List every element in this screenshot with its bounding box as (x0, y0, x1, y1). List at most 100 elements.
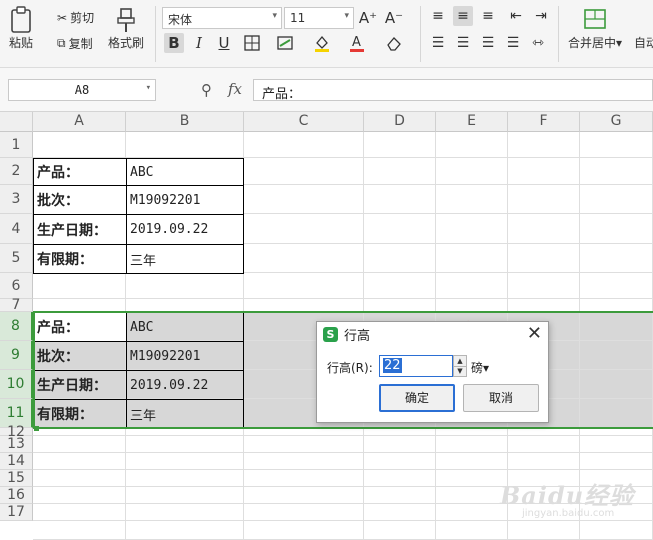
paste-button[interactable]: 粘贴 (8, 6, 34, 51)
font-size-value: 11 (290, 11, 306, 25)
font-size-select[interactable]: 11 ▾ (284, 7, 354, 29)
align-left-button[interactable]: ☰ (428, 33, 448, 53)
value-cell[interactable]: ABC (126, 158, 244, 186)
row-height-spinner[interactable]: ▲ ▼ (453, 355, 467, 377)
cell-style-button[interactable] (276, 33, 296, 53)
zoom-search-icon[interactable]: ⚲ (201, 81, 212, 99)
row-header-5[interactable]: 5 (0, 244, 33, 273)
row-height-input[interactable]: 22 (379, 355, 453, 377)
selection-left-edge (33, 311, 35, 429)
eraser-icon (387, 37, 401, 51)
function-icon[interactable]: fx (228, 80, 242, 98)
justify-button[interactable]: ☰ (503, 33, 523, 53)
align-middle-button[interactable]: ≡ (453, 6, 473, 26)
decrease-indent-button[interactable]: ⇤ (506, 6, 526, 26)
spinner-down-icon[interactable]: ▼ (454, 367, 466, 377)
ok-button[interactable]: 确定 (379, 384, 455, 412)
italic-button[interactable]: I (189, 33, 209, 53)
row-header-4[interactable]: 4 (0, 214, 33, 244)
column-header-c[interactable]: C (244, 112, 364, 132)
paste-label: 粘贴 (8, 36, 33, 50)
fill-handle[interactable] (34, 426, 39, 431)
row-header-12[interactable]: 12 (0, 425, 33, 439)
row-header-9[interactable]: 9 (0, 341, 33, 370)
label-cell[interactable]: 生产日期： (33, 214, 127, 245)
cancel-button[interactable]: 取消 (463, 384, 539, 412)
baidu-watermark: Baidu经验 (500, 481, 635, 510)
increase-font-icon: A⁺ (358, 9, 378, 27)
underline-button[interactable]: U (214, 33, 234, 53)
bold-button[interactable]: B (164, 33, 184, 53)
chevron-down-icon: ▾ (145, 83, 151, 93)
italic-icon: I (196, 34, 202, 52)
clipboard-icon (11, 6, 31, 33)
copy-button[interactable]: ⧉ 复制 (57, 35, 93, 52)
chevron-down-icon: ▾ (344, 11, 349, 21)
increase-font-button[interactable]: A⁺ (358, 8, 378, 28)
bold-icon: B (168, 34, 180, 52)
paintbrush-icon (117, 8, 135, 32)
svg-text:A: A (352, 35, 361, 50)
font-name-select[interactable]: 宋体 ▾ (162, 7, 282, 29)
clear-button[interactable] (384, 33, 404, 53)
align-bottom-icon: ≡ (482, 8, 494, 24)
name-box[interactable]: A8 ▾ (8, 79, 156, 101)
align-center-button[interactable]: ☰ (453, 33, 473, 53)
borders-button[interactable] (242, 33, 262, 53)
distribute-button[interactable]: ⇿ (528, 33, 548, 53)
label-cell[interactable]: 有限期： (33, 244, 127, 274)
row-header-13[interactable]: 13 (0, 436, 33, 453)
align-top-button[interactable]: ≡ (428, 6, 448, 26)
copy-icon: ⧉ (57, 36, 66, 50)
column-header-a[interactable]: A (33, 112, 126, 132)
row-header-7[interactable]: 7 (0, 298, 33, 312)
column-header-f[interactable]: F (508, 112, 580, 132)
align-left-icon: ☰ (431, 35, 445, 51)
column-header-g[interactable]: G (580, 112, 653, 132)
row-header-17[interactable]: 17 (0, 504, 33, 521)
row-header-8[interactable]: 8 (0, 312, 33, 341)
row-header-6[interactable]: 6 (0, 273, 33, 299)
unit-value: 磅 (471, 361, 484, 375)
align-bottom-button[interactable]: ≡ (478, 6, 498, 26)
format-painter-button[interactable]: 格式刷 (108, 6, 144, 51)
fill-color-button[interactable] (312, 33, 332, 53)
row-header-3[interactable]: 3 (0, 185, 33, 214)
label-cell[interactable]: 批次： (33, 185, 127, 215)
close-icon[interactable]: ✕ (527, 323, 542, 344)
spinner-up-icon[interactable]: ▲ (454, 356, 466, 367)
value-cell[interactable]: M19092201 (126, 185, 244, 215)
merge-center-label: 合并居中▾ (568, 36, 623, 50)
value-cell[interactable]: 2019.09.22 (126, 214, 244, 245)
select-all-corner[interactable] (0, 112, 33, 132)
decrease-font-button[interactable]: A⁻ (384, 8, 404, 28)
merge-center-button[interactable]: 合并居中▾ (568, 6, 622, 51)
row-header-16[interactable]: 16 (0, 487, 33, 504)
column-header-e[interactable]: E (436, 112, 508, 132)
auto-wrap-button[interactable]: 自动 (634, 6, 653, 51)
distribute-icon: ⇿ (532, 35, 544, 51)
row-header-2[interactable]: 2 (0, 158, 33, 185)
column-header-d[interactable]: D (364, 112, 436, 132)
cell-style-icon (277, 36, 293, 50)
value-cell[interactable]: 三年 (126, 244, 244, 274)
row-header-15[interactable]: 15 (0, 470, 33, 487)
row-header-1[interactable]: 1 (0, 132, 33, 158)
column-header-b[interactable]: B (126, 112, 244, 132)
outdent-icon: ⇤ (510, 8, 522, 24)
align-right-button[interactable]: ☰ (478, 33, 498, 53)
scissors-icon: ✂ (57, 10, 68, 25)
chevron-down-icon: ▾ (272, 11, 277, 21)
formula-input[interactable]: 产品： (253, 79, 653, 102)
dialog-titlebar: S 行高 (317, 322, 548, 346)
ribbon-separator (558, 6, 559, 62)
increase-indent-button[interactable]: ⇥ (531, 6, 551, 26)
indent-icon: ⇥ (535, 8, 547, 24)
label-cell[interactable]: 产品： (33, 158, 127, 186)
row-header-10[interactable]: 10 (0, 370, 33, 399)
row-header-14[interactable]: 14 (0, 453, 33, 470)
cut-button[interactable]: ✂ 剪切 (57, 9, 94, 26)
font-color-button[interactable]: A (347, 33, 367, 53)
unit-select[interactable]: 磅▾ (471, 359, 489, 376)
copy-label: 复制 (68, 37, 93, 51)
